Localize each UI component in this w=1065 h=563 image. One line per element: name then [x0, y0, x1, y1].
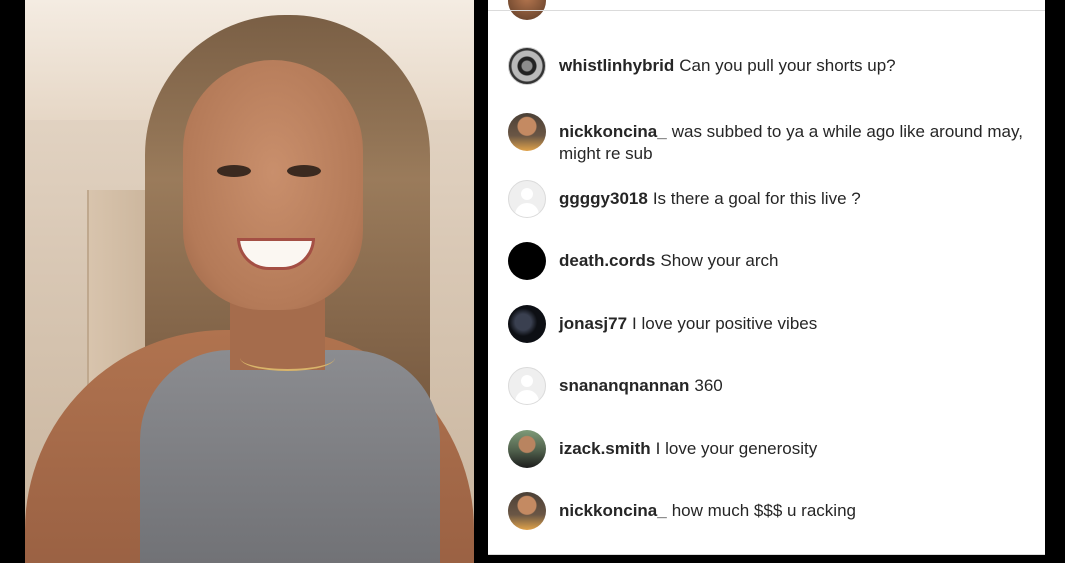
comment-message: how much $$$ u racking [671, 501, 856, 520]
comment-username[interactable]: whistlinhybrid [559, 56, 674, 75]
video-person-necklace [240, 345, 335, 371]
wheel-avatar[interactable] [508, 47, 546, 85]
dark-avatar[interactable] [508, 305, 546, 343]
comment-row: ggggy3018 Is there a goal for this live ? [508, 180, 1028, 218]
photo-avatar[interactable] [508, 430, 546, 468]
comment-row: snananqnannan 360 [508, 367, 1028, 405]
comment-message: 360 [694, 376, 723, 395]
comment-username[interactable]: snananqnannan [559, 376, 689, 395]
comment-row: death.cords Show your arch [508, 242, 1028, 280]
default-avatar[interactable] [508, 180, 546, 218]
comment-text: ggggy3018 Is there a goal for this live ? [559, 180, 1028, 210]
comment-text: nickkoncina_ how much $$$ u racking [559, 492, 1028, 522]
comment-message: I love your generosity [655, 439, 818, 458]
comment-text: whistlinhybrid Can you pull your shorts u… [559, 47, 1028, 77]
default-avatar[interactable] [508, 367, 546, 405]
comment-row: izack.smith I love your generosity [508, 430, 1028, 468]
live-comments-panel[interactable]: whistlinhybrid Can you pull your shorts u… [488, 0, 1045, 555]
comment-text: izack.smith I love your generosity [559, 430, 1028, 460]
comment-username[interactable]: ggggy3018 [559, 189, 648, 208]
comment-row: nickkoncina_ was subbed to ya a while ago… [508, 113, 1028, 165]
video-person-face [183, 60, 363, 310]
comments-top-divider [488, 10, 1045, 11]
comment-text: death.cords Show your arch [559, 242, 1028, 272]
live-video-stream[interactable] [25, 0, 474, 563]
video-person-eye-left [217, 165, 251, 177]
comment-message: I love your positive vibes [632, 314, 818, 333]
comment-message: Show your arch [660, 251, 779, 270]
comment-message: Is there a goal for this live ? [652, 189, 861, 208]
man-avatar[interactable] [508, 492, 546, 530]
comments-bottom-divider [488, 554, 1045, 555]
comment-username[interactable]: nickkoncina_ [559, 122, 667, 141]
video-person-top [140, 350, 440, 563]
comment-username[interactable]: death.cords [559, 251, 655, 270]
comment-text: jonasj77 I love your positive vibes [559, 305, 1028, 335]
comment-text: snananqnannan 360 [559, 367, 1028, 397]
comment-username[interactable]: nickkoncina_ [559, 501, 667, 520]
comment-row: jonasj77 I love your positive vibes [508, 305, 1028, 343]
comment-username[interactable]: izack.smith [559, 439, 651, 458]
black-avatar[interactable] [508, 242, 546, 280]
comment-username[interactable]: jonasj77 [559, 314, 627, 333]
comment-row: nickkoncina_ how much $$$ u racking [508, 492, 1028, 530]
man-avatar[interactable] [508, 113, 546, 151]
comment-text: nickkoncina_ was subbed to ya a while ago… [559, 113, 1028, 165]
comment-message: Can you pull your shorts up? [679, 56, 896, 75]
comment-row: whistlinhybrid Can you pull your shorts u… [508, 47, 1028, 85]
video-person-eye-right [287, 165, 321, 177]
